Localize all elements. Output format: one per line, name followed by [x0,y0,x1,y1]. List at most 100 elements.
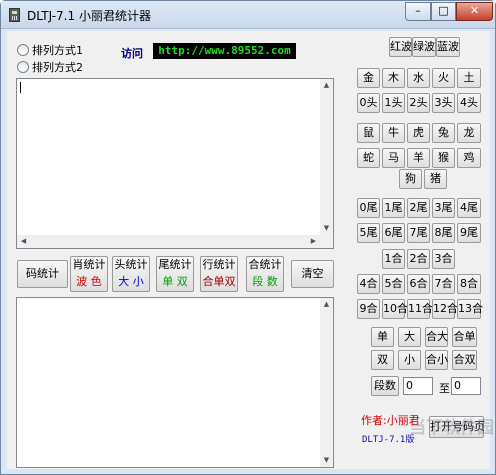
client-area: 排列方式1 排列方式2 访问 http://www.89552.com ▲ ▼ … [7,31,490,469]
sum-button[interactable]: 13合 [457,299,483,319]
tail-button[interactable]: 0尾 [357,198,380,218]
sum-button[interactable]: 6合 [407,274,430,294]
sum-odd-button[interactable]: 合单 [452,327,477,347]
odd-button[interactable]: 单 [371,327,394,347]
row-stat-label: 行统计 [202,258,236,271]
calculator-icon [9,8,20,22]
radio-icon[interactable] [17,61,29,73]
tail-button[interactable]: 2尾 [407,198,430,218]
green-wave-button[interactable]: 绿波 [412,37,436,57]
zodiac-button[interactable]: 虎 [407,123,430,143]
combo-stat-label: 合统计 [248,258,282,271]
horizontal-scrollbar[interactable]: ◀ ▶ [17,235,333,248]
head-button[interactable]: 4头 [457,93,481,113]
clear-button[interactable]: 清空 [291,260,334,288]
sum-button[interactable]: 1合 [382,249,405,269]
combo-stat-button[interactable]: 合统计 段 数 [246,256,284,292]
sort-option-1-label: 排列方式1 [32,44,83,57]
big-button[interactable]: 大 [398,327,421,347]
sum-button[interactable]: 2合 [407,249,430,269]
small-button[interactable]: 小 [398,350,421,370]
blue-wave-button[interactable]: 蓝波 [436,37,460,57]
output-textarea[interactable]: ▲ ▼ [16,297,334,468]
scroll-left-icon[interactable]: ◀ [17,235,30,248]
close-button[interactable]: ✕ [456,2,493,21]
scroll-up-icon[interactable]: ▲ [320,79,333,92]
radio-icon[interactable] [17,44,29,56]
tail-button[interactable]: 7尾 [407,223,430,243]
sum-small-button[interactable]: 合小 [425,350,448,370]
head-button[interactable]: 2头 [407,93,430,113]
even-button[interactable]: 双 [371,350,394,370]
text-caret [20,82,21,93]
sum-odd-label: 合单 [202,275,225,288]
version-label: DLTJ-7.1版 [362,435,415,445]
head-button[interactable]: 0头 [357,93,380,113]
scroll-right-icon[interactable]: ▶ [307,235,320,248]
vertical-scrollbar[interactable]: ▲ ▼ [320,79,333,235]
scroll-down-icon[interactable]: ▼ [320,222,333,235]
sum-button[interactable]: 4合 [357,274,380,294]
element-button[interactable]: 火 [432,68,455,88]
zodiac-button[interactable]: 羊 [407,148,430,168]
maximize-button[interactable]: □ [431,2,456,21]
zodiac-button[interactable]: 兔 [432,123,455,143]
tail-button[interactable]: 4尾 [457,198,481,218]
zodiac-button[interactable]: 鼠 [357,123,380,143]
zodiac-button[interactable]: 龙 [457,123,481,143]
tail-stat-label: 尾统计 [158,258,192,271]
sum-button[interactable]: 10合 [382,299,408,319]
scroll-up-icon[interactable]: ▲ [320,298,333,311]
head-button[interactable]: 3头 [432,93,455,113]
segment-label: 段 [252,275,264,288]
element-button[interactable]: 木 [382,68,405,88]
big-label: 大 [118,275,130,288]
zodiac-button[interactable]: 鸡 [457,148,481,168]
website-link[interactable]: http://www.89552.com [153,43,296,59]
xiao-stat-button[interactable]: 肖统计 波 色 [70,256,108,292]
zodiac-button[interactable]: 狗 [399,169,422,189]
tail-button[interactable]: 1尾 [382,198,405,218]
minimize-button[interactable]: – [405,2,431,21]
sum-button[interactable]: 3合 [432,249,455,269]
tail-button[interactable]: 8尾 [432,223,455,243]
vertical-scrollbar[interactable]: ▲ ▼ [320,298,333,467]
sum-button[interactable]: 7合 [432,274,455,294]
count-label: 数 [266,275,278,288]
sum-button[interactable]: 8合 [457,274,481,294]
zodiac-button[interactable]: 蛇 [357,148,380,168]
range-from-input[interactable]: 0 [403,377,433,395]
scroll-down-icon[interactable]: ▼ [320,454,333,467]
tail-stat-button[interactable]: 尾统计 单 双 [156,256,194,292]
tail-button[interactable]: 5尾 [357,223,380,243]
sum-even-button[interactable]: 合双 [452,350,477,370]
sort-option-2[interactable]: 排列方式2 [17,59,83,75]
sum-button[interactable]: 9合 [357,299,380,319]
zodiac-button[interactable]: 猪 [424,169,447,189]
range-to-input[interactable]: 0 [451,377,481,395]
tail-button[interactable]: 9尾 [457,223,481,243]
sum-button[interactable]: 11合 [407,299,433,319]
zodiac-button[interactable]: 马 [382,148,405,168]
visit-label: 访问 [121,47,143,60]
window-title: DLTJ-7.1 小丽君统计器 [27,9,151,23]
head-stat-button[interactable]: 头统计 大 小 [112,256,150,292]
code-stat-button[interactable]: 码统计 [17,260,68,288]
element-button[interactable]: 金 [357,68,380,88]
sum-button[interactable]: 12合 [432,299,458,319]
row-stat-button[interactable]: 行统计 合单双 [200,256,238,292]
input-textarea[interactable]: ▲ ▼ ◀ ▶ [16,78,334,249]
segment-button[interactable]: 段数 [371,376,399,396]
head-button[interactable]: 1头 [382,93,405,113]
element-button[interactable]: 水 [407,68,430,88]
tail-button[interactable]: 6尾 [382,223,405,243]
sum-big-button[interactable]: 合大 [425,327,448,347]
red-wave-button[interactable]: 红波 [389,37,412,57]
zodiac-button[interactable]: 牛 [382,123,405,143]
tail-button[interactable]: 3尾 [432,198,455,218]
sum-button[interactable]: 5合 [382,274,405,294]
title-bar: DLTJ-7.1 小丽君统计器 – □ ✕ [1,1,495,29]
sort-option-1[interactable]: 排列方式1 [17,42,83,58]
zodiac-button[interactable]: 猴 [432,148,455,168]
element-button[interactable]: 土 [457,68,481,88]
